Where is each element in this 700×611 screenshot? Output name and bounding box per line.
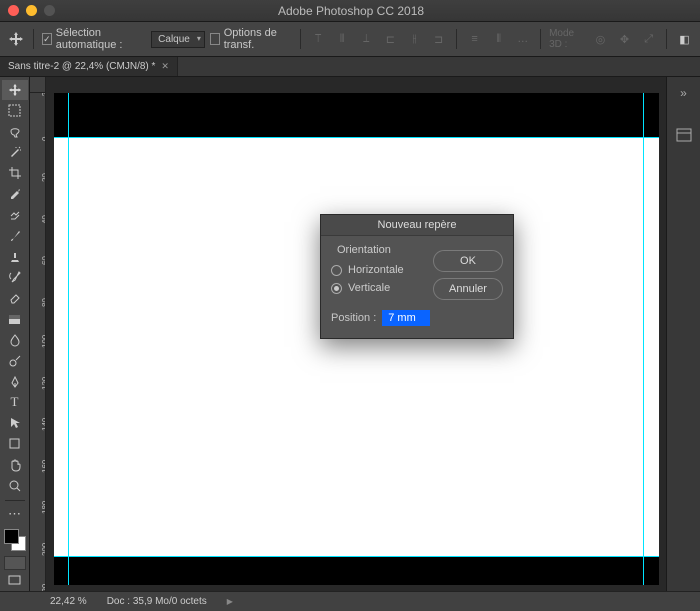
document-tab-bar: Sans titre-2 @ 22,4% (CMJN/8) * ✕ xyxy=(0,57,700,77)
toggle-panels-icon[interactable]: ◧ xyxy=(675,27,694,51)
properties-panel-icon[interactable] xyxy=(672,125,696,145)
hand-tool[interactable] xyxy=(2,455,28,475)
separator xyxy=(456,29,457,49)
edit-toolbar-icon[interactable]: ⋯ xyxy=(2,505,28,525)
clone-stamp-tool[interactable] xyxy=(2,247,28,267)
new-guide-dialog: Nouveau repère Orientation Horizontale V… xyxy=(320,214,514,339)
mode3d-pan-icon[interactable]: ✥ xyxy=(615,27,634,51)
align-top-icon[interactable]: ⟙ xyxy=(309,27,328,51)
blur-tool[interactable] xyxy=(2,330,28,350)
position-input[interactable]: 7 mm xyxy=(382,310,430,326)
distribute-v-icon[interactable]: ⦀ xyxy=(489,27,508,51)
document-info[interactable]: Doc : 35,9 Mo/0 octets xyxy=(107,596,207,607)
guide-vertical[interactable] xyxy=(643,93,644,585)
mode3d-orbit-icon[interactable]: ◎ xyxy=(591,27,610,51)
more-align-icon[interactable]: … xyxy=(513,27,532,51)
separator xyxy=(33,29,34,49)
close-tab-icon[interactable]: ✕ xyxy=(161,61,169,72)
magic-wand-tool[interactable] xyxy=(2,142,28,162)
radio-icon xyxy=(331,265,342,276)
orientation-horizontal-radio[interactable]: Horizontale xyxy=(331,262,425,278)
orientation-group-label: Orientation xyxy=(337,244,425,256)
gradient-tool[interactable] xyxy=(2,309,28,329)
auto-select-target-value: Calque xyxy=(158,34,190,45)
auto-select-checkbox[interactable]: ✓ Sélection automatique : xyxy=(42,27,146,51)
toolbox: T ⋯ xyxy=(0,77,30,591)
document-canvas[interactable] xyxy=(54,137,659,557)
vertical-ruler[interactable]: -20020406080100120140160180200220 xyxy=(30,93,46,591)
move-tool[interactable] xyxy=(2,80,28,100)
dialog-title: Nouveau repère xyxy=(321,215,513,236)
orientation-horizontal-label: Horizontale xyxy=(348,264,404,276)
align-vcenter-icon[interactable]: ⫴ xyxy=(333,27,352,51)
separator xyxy=(5,500,25,501)
radio-icon xyxy=(331,283,342,294)
close-traffic-light[interactable] xyxy=(8,5,19,16)
lasso-tool[interactable] xyxy=(2,122,28,142)
orientation-vertical-label: Verticale xyxy=(348,282,390,294)
canvas-matte xyxy=(54,557,659,585)
eraser-tool[interactable] xyxy=(2,288,28,308)
move-tool-indicator-icon[interactable] xyxy=(6,27,25,51)
transform-options-label: Options de transf. xyxy=(224,27,292,51)
mode3d-label: Mode 3D : xyxy=(549,28,586,50)
zoom-traffic-light[interactable] xyxy=(44,5,55,16)
dodge-tool[interactable] xyxy=(2,351,28,371)
auto-select-label: Sélection automatique : xyxy=(56,27,146,51)
distribute-h-icon[interactable]: ≡ xyxy=(465,27,484,51)
right-panel-dock: » xyxy=(666,77,700,591)
color-swatches[interactable] xyxy=(4,529,26,551)
eyedropper-tool[interactable] xyxy=(2,184,28,204)
marquee-tool[interactable] xyxy=(2,101,28,121)
healing-brush-tool[interactable] xyxy=(2,205,28,225)
app-title: Adobe Photoshop CC 2018 xyxy=(62,4,700,18)
foreground-color-swatch[interactable] xyxy=(4,529,19,544)
orientation-vertical-radio[interactable]: Verticale xyxy=(331,280,425,296)
ok-button[interactable]: OK xyxy=(433,250,503,272)
canvas-viewport[interactable] xyxy=(46,93,666,591)
shape-tool[interactable] xyxy=(2,434,28,454)
cancel-button[interactable]: Annuler xyxy=(433,278,503,300)
align-bottom-icon[interactable]: ⟘ xyxy=(357,27,376,51)
expand-panels-icon[interactable]: » xyxy=(672,83,696,103)
screen-mode-toggle[interactable] xyxy=(2,571,28,591)
status-bar: 22,42 % Doc : 35,9 Mo/0 octets ▶ xyxy=(0,591,700,611)
quick-mask-toggle[interactable] xyxy=(4,556,26,570)
transform-options-checkbox[interactable]: Options de transf. xyxy=(210,27,292,51)
separator xyxy=(666,29,667,49)
zoom-level[interactable]: 22,42 % xyxy=(50,596,87,607)
document-tab-label: Sans titre-2 @ 22,4% (CMJN/8) * xyxy=(8,61,155,72)
brush-tool[interactable] xyxy=(2,226,28,246)
ruler-origin[interactable] xyxy=(30,77,46,93)
canvas-matte xyxy=(54,93,659,137)
status-flyout-icon[interactable]: ▶ xyxy=(227,597,233,606)
guide-vertical[interactable] xyxy=(68,93,69,585)
document-tab[interactable]: Sans titre-2 @ 22,4% (CMJN/8) * ✕ xyxy=(0,57,178,76)
pen-tool[interactable] xyxy=(2,372,28,392)
guide-horizontal[interactable] xyxy=(54,556,659,557)
align-left-icon[interactable]: ⊏ xyxy=(381,27,400,51)
align-hcenter-icon[interactable]: ⫲ xyxy=(405,27,424,51)
options-bar: ✓ Sélection automatique : Calque Options… xyxy=(0,22,700,57)
crop-tool[interactable] xyxy=(2,163,28,183)
history-brush-tool[interactable] xyxy=(2,267,28,287)
zoom-tool[interactable] xyxy=(2,476,28,496)
separator xyxy=(540,29,541,49)
separator xyxy=(300,29,301,49)
auto-select-target-dropdown[interactable]: Calque xyxy=(151,31,205,48)
window-titlebar: Adobe Photoshop CC 2018 xyxy=(0,0,700,22)
path-selection-tool[interactable] xyxy=(2,413,28,433)
minimize-traffic-light[interactable] xyxy=(26,5,37,16)
type-tool[interactable]: T xyxy=(2,392,28,412)
guide-horizontal[interactable] xyxy=(54,137,659,138)
mode3d-zoom-icon[interactable]: ⤢ xyxy=(639,27,658,51)
align-right-icon[interactable]: ⊐ xyxy=(429,27,448,51)
position-label: Position : xyxy=(331,312,376,324)
